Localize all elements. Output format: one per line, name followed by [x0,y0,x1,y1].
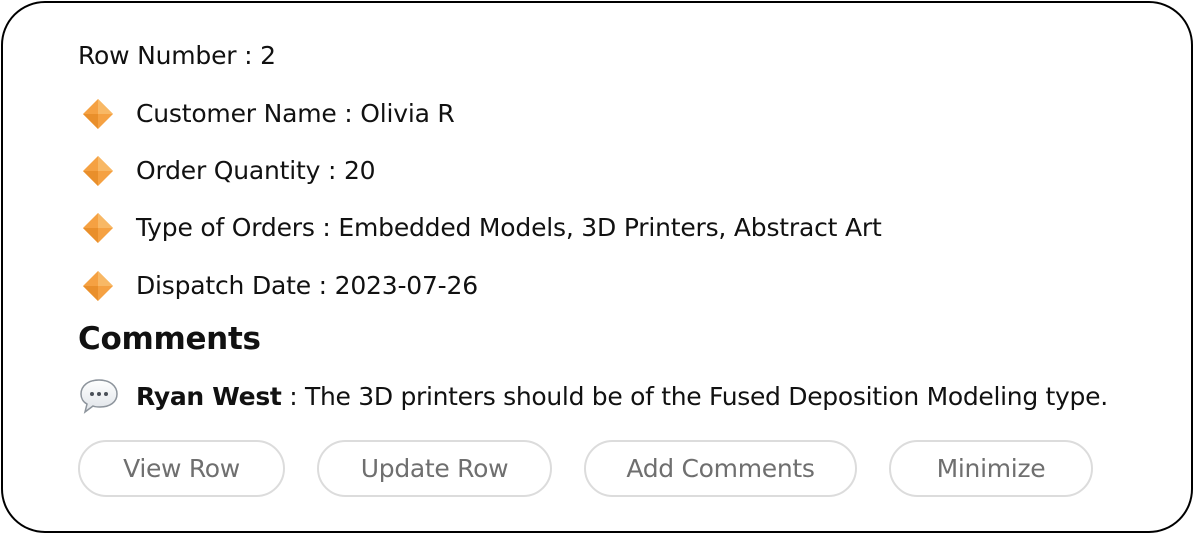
speech-bubble-icon [79,375,119,417]
comment-author: Ryan West [136,381,282,411]
field-dispatch-date: Dispatch Date : 2023-07-26 [81,265,478,305]
field-text: Customer Name : Olivia R [136,98,455,128]
comment-item: Ryan West : The 3D printers should be of… [79,375,1108,417]
row-number: Row Number : 2 [78,41,276,70]
orange-diamond-icon [81,95,117,131]
field-customer-name: Customer Name : Olivia R [81,93,455,133]
field-type-of-orders: Type of Orders : Embedded Models, 3D Pri… [81,207,882,247]
add-comments-button[interactable]: Add Comments [584,440,857,497]
orange-diamond-icon [81,267,117,303]
field-text: Type of Orders : Embedded Models, 3D Pri… [136,212,882,242]
orange-diamond-icon [81,152,117,188]
comments-heading: Comments [78,321,261,357]
field-text: Dispatch Date : 2023-07-26 [136,270,478,300]
comment-text: : The 3D printers should be of the Fused… [281,381,1108,411]
minimize-button[interactable]: Minimize [889,440,1093,497]
field-text: Order Quantity : 20 [136,155,376,185]
orange-diamond-icon [81,209,117,245]
row-detail-card: Row Number : 2 Customer Name : Olivia R … [1,1,1193,533]
view-row-button[interactable]: View Row [78,440,285,497]
update-row-button[interactable]: Update Row [317,440,552,497]
field-order-quantity: Order Quantity : 20 [81,150,376,190]
